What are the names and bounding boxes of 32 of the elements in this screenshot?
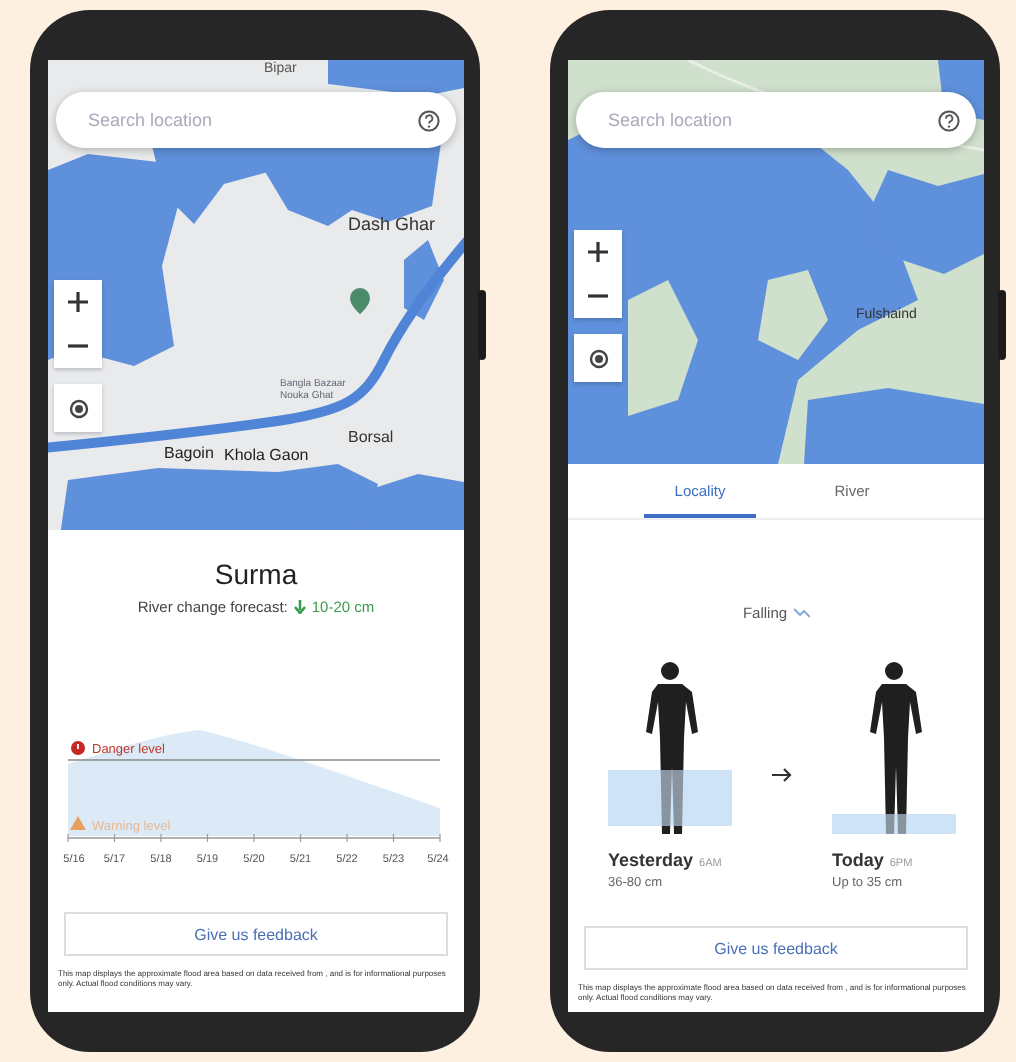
day-label: Today (832, 850, 884, 870)
zoom-out-button[interactable] (54, 324, 102, 368)
help-icon (938, 109, 960, 131)
map-place-label: Bagoin (164, 446, 214, 464)
search-field[interactable]: Search location (84, 108, 418, 132)
right-arrow-icon (772, 767, 792, 781)
search-bar[interactable]: Search location (56, 92, 456, 148)
my-location-button[interactable] (54, 384, 102, 432)
danger-icon (71, 741, 85, 755)
river-name: Surma (212, 558, 300, 590)
help-icon (418, 109, 440, 131)
feedback-button[interactable]: Give us feedback (584, 926, 968, 970)
feedback-button[interactable]: Give us feedback (64, 912, 448, 956)
location-target-icon (587, 347, 609, 369)
minus-icon (588, 294, 608, 298)
down-arrow-icon (293, 600, 306, 614)
map-place-label: Khola Gaon (224, 448, 309, 466)
warning-icon (70, 816, 86, 830)
location-target-icon (67, 397, 89, 419)
search-bar[interactable]: Search location (576, 92, 976, 148)
plus-icon (68, 292, 88, 312)
map-place-label: Dash Ghar (348, 216, 436, 236)
trending-down-icon (793, 608, 810, 618)
zoom-in-button[interactable] (54, 280, 102, 324)
map-place-label: Borsal (348, 430, 394, 448)
plus-icon (588, 242, 608, 262)
zoom-out-button[interactable] (574, 274, 622, 318)
my-location-button[interactable] (574, 334, 622, 382)
search-field[interactable]: Search location (604, 108, 938, 132)
minus-icon (68, 344, 88, 348)
day-label: Yesterday (608, 850, 694, 870)
zoom-in-button[interactable] (574, 230, 622, 274)
